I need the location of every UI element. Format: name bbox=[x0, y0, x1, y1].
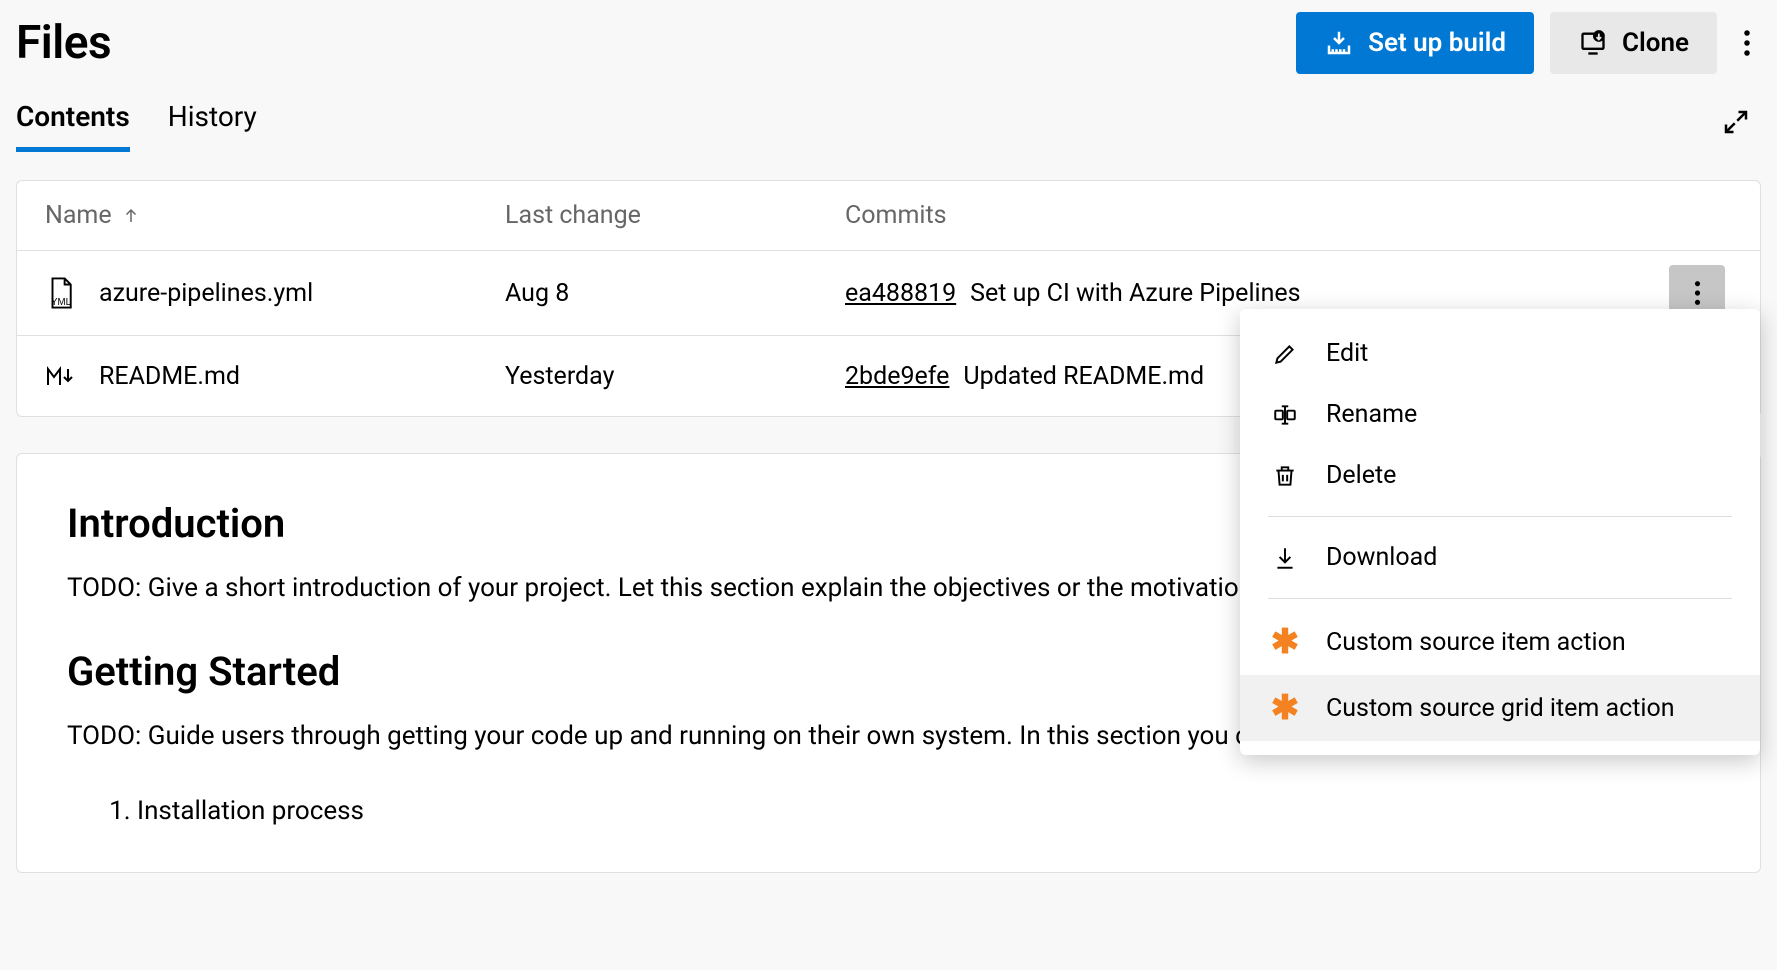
menu-item-custom-source-grid[interactable]: ✱ Custom source grid item action bbox=[1240, 675, 1760, 741]
clone-button[interactable]: Clone bbox=[1550, 12, 1717, 74]
page-title: Files bbox=[16, 16, 111, 70]
commit-hash-link[interactable]: ea488819 bbox=[845, 279, 956, 308]
context-menu: Edit Rename bbox=[1240, 309, 1760, 755]
file-name-text: README.md bbox=[99, 362, 240, 391]
table-header: Name Last change Commits bbox=[17, 181, 1760, 251]
header-actions: Set up build Clone bbox=[1296, 12, 1761, 74]
download-icon bbox=[1270, 545, 1300, 571]
readme-list-item: Installation process bbox=[137, 796, 1710, 826]
last-change-cell: Yesterday bbox=[505, 362, 845, 391]
last-change-cell: Aug 8 bbox=[505, 279, 845, 308]
build-icon bbox=[1324, 28, 1354, 58]
menu-divider bbox=[1268, 598, 1732, 599]
clone-label: Clone bbox=[1622, 28, 1689, 58]
svg-text:YML: YML bbox=[51, 297, 72, 308]
more-vertical-icon bbox=[1743, 28, 1751, 58]
column-commits[interactable]: Commits bbox=[845, 201, 1662, 230]
tab-history[interactable]: History bbox=[168, 92, 257, 152]
edit-icon bbox=[1270, 341, 1300, 367]
file-table: Name Last change Commits YML azure-pipel… bbox=[16, 180, 1761, 417]
column-name[interactable]: Name bbox=[45, 201, 505, 230]
delete-icon bbox=[1270, 463, 1300, 489]
column-last-change[interactable]: Last change bbox=[505, 201, 845, 230]
fullscreen-icon bbox=[1721, 107, 1751, 137]
menu-item-delete[interactable]: Delete bbox=[1240, 445, 1760, 506]
menu-divider bbox=[1268, 516, 1732, 517]
fullscreen-button[interactable] bbox=[1711, 97, 1761, 147]
setup-build-button[interactable]: Set up build bbox=[1296, 12, 1534, 74]
commit-message: Updated README.md bbox=[963, 362, 1204, 391]
rename-icon bbox=[1270, 402, 1300, 428]
menu-item-custom-source[interactable]: ✱ Custom source item action bbox=[1240, 609, 1760, 675]
commit-hash-link[interactable]: 2bde9efe bbox=[845, 362, 949, 391]
setup-build-label: Set up build bbox=[1368, 28, 1506, 58]
commit-cell: ea488819 Set up CI with Azure Pipelines bbox=[845, 279, 1662, 308]
commit-message: Set up CI with Azure Pipelines bbox=[970, 279, 1300, 308]
menu-item-edit[interactable]: Edit bbox=[1240, 323, 1760, 384]
yml-file-icon: YML bbox=[45, 276, 77, 310]
table-row[interactable]: YML azure-pipelines.yml Aug 8 ea488819 S… bbox=[17, 251, 1760, 336]
sort-asc-icon bbox=[122, 207, 140, 225]
file-name-text: azure-pipelines.yml bbox=[99, 279, 313, 308]
more-vertical-icon bbox=[1694, 279, 1701, 307]
tab-contents[interactable]: Contents bbox=[16, 92, 130, 152]
md-file-icon bbox=[45, 363, 77, 389]
tabs-row: Contents History bbox=[16, 92, 1761, 152]
asterisk-icon: ✱ bbox=[1270, 691, 1300, 725]
menu-item-rename[interactable]: Rename bbox=[1240, 384, 1760, 445]
asterisk-icon: ✱ bbox=[1270, 625, 1300, 659]
page-header: Files Set up build bbox=[16, 12, 1761, 92]
more-actions-button[interactable] bbox=[1733, 18, 1761, 68]
clone-icon bbox=[1578, 29, 1608, 57]
menu-item-download[interactable]: Download bbox=[1240, 527, 1760, 588]
